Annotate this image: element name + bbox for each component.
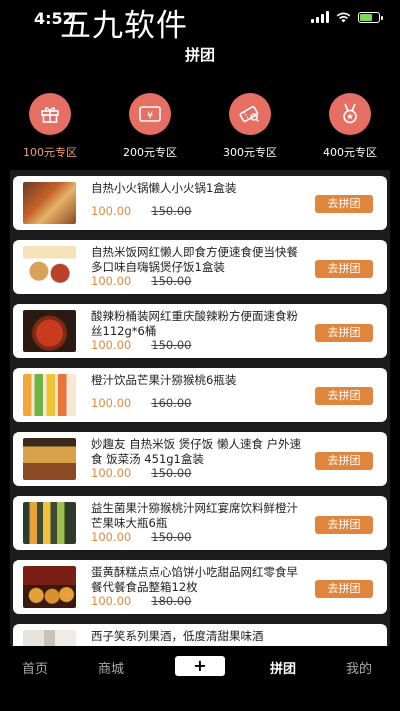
join-group-button[interactable]: 去拼团 (315, 580, 373, 598)
category-label: 400元专区 (323, 146, 377, 159)
product-name: 酸辣粉桶装网红重庆酸辣粉方便面速食粉丝112g*6桶 (91, 309, 298, 338)
product-name: 橙汁饮品芒果汁猕猴桃6瓶装 (91, 373, 237, 387)
group-price: 100.00 (91, 274, 132, 288)
tab-mall[interactable]: 商城 (98, 658, 124, 677)
original-price: 150.00 (151, 466, 192, 480)
category-label: 200元专区 (123, 146, 177, 159)
group-price: 100.00 (91, 466, 132, 480)
battery-icon (358, 11, 383, 23)
category-300[interactable]: 300元专区 (200, 88, 300, 160)
product-card[interactable]: 蛋黄酥糕点点心馅饼小吃甜品网红零食早餐代餐食品整箱12枚 100.00 180.0… (13, 560, 387, 614)
product-name: 自热米饭网红懒人即食方便速食便当快餐多口味自嗨锅煲仔饭1盒装 (91, 245, 298, 274)
product-card[interactable]: 酸辣粉桶装网红重庆酸辣粉方便面速食粉丝112g*6桶 100.00 150.00 … (13, 304, 387, 358)
category-400[interactable]: 400元专区 (300, 88, 400, 160)
product-name: 自热小火锅懒人小火锅1盒装 (91, 181, 237, 195)
product-image (23, 630, 76, 646)
tab-group-buy[interactable]: 拼团 (270, 658, 296, 677)
category-label: 100元专区 (23, 146, 77, 159)
product-image (23, 246, 76, 288)
bottom-tab-bar: 首页 商城 + 拼团 我的 (0, 646, 400, 711)
group-price: 100.00 (91, 204, 132, 218)
yen-icon: ¥ (129, 93, 171, 135)
category-200[interactable]: ¥ 200元专区 (100, 88, 200, 160)
ticket-icon (229, 93, 271, 135)
original-price: 180.00 (151, 594, 192, 608)
product-image (23, 310, 76, 352)
gift-icon (29, 93, 71, 135)
add-button[interactable]: + (175, 656, 225, 676)
product-image (23, 182, 76, 224)
product-card[interactable]: 橙汁饮品芒果汁猕猴桃6瓶装 100.00 160.00 去拼团 (13, 368, 387, 422)
product-name: 蛋黄酥糕点点心馅饼小吃甜品网红零食早餐代餐食品整箱12枚 (91, 565, 298, 594)
group-price: 100.00 (91, 594, 132, 608)
price-row: 100.00 150.00 (91, 338, 192, 352)
tab-home[interactable]: 首页 (22, 658, 48, 677)
medal-icon (329, 93, 371, 135)
price-row: 100.00 150.00 (91, 466, 192, 480)
group-price: 100.00 (91, 396, 132, 410)
price-row: 100.00 160.00 (91, 396, 192, 410)
join-group-button[interactable]: 去拼团 (315, 324, 373, 342)
product-card[interactable]: 自热米饭网红懒人即食方便速食便当快餐多口味自嗨锅煲仔饭1盒装 100.00 150… (13, 240, 387, 294)
group-price: 100.00 (91, 338, 132, 352)
join-group-button[interactable]: 去拼团 (315, 260, 373, 278)
original-price: 150.00 (151, 204, 192, 218)
original-price: 160.00 (151, 396, 192, 410)
page-title: 拼团 (184, 46, 215, 64)
product-image (23, 502, 76, 544)
product-name: 益生菌果汁猕猴桃汁网红宴席饮料鲜橙汁芒果味大瓶6瓶 (91, 501, 298, 530)
watermark: 五九软件 (60, 8, 188, 44)
product-card[interactable]: 自热小火锅懒人小火锅1盒装 100.00 150.00 去拼团 (13, 176, 387, 230)
price-row: 100.00 150.00 (91, 204, 192, 218)
product-name: 妙趣友 自热米饭 煲仔饭 懒人速食 户外速食 饭菜汤 451g1盒装 (91, 437, 302, 466)
product-card[interactable]: 益生菌果汁猕猴桃汁网红宴席饮料鲜橙汁芒果味大瓶6瓶 100.00 150.00 去… (13, 496, 387, 550)
original-price: 150.00 (151, 530, 192, 544)
signal-icon (311, 11, 329, 23)
price-row: 100.00 150.00 (91, 274, 192, 288)
category-tabs: 100元专区 ¥ 200元专区 300元专区 400元专区 (0, 88, 400, 160)
product-card[interactable]: 妙趣友 自热米饭 煲仔饭 懒人速食 户外速食 饭菜汤 451g1盒装 100.0… (13, 432, 387, 486)
price-row: 100.00 180.00 (91, 594, 192, 608)
category-label: 300元专区 (223, 146, 277, 159)
product-card[interactable]: 西子笑系列果酒，低度清甜果味酒 (13, 624, 387, 646)
join-group-button[interactable]: 去拼团 (315, 452, 373, 470)
product-image (23, 566, 76, 608)
status-icons (311, 11, 383, 23)
category-100[interactable]: 100元专区 (0, 88, 100, 160)
svg-text:¥: ¥ (147, 111, 153, 122)
join-group-button[interactable]: 去拼团 (315, 516, 373, 534)
join-group-button[interactable]: 去拼团 (315, 195, 373, 213)
wifi-icon (336, 12, 351, 22)
price-row: 100.00 150.00 (91, 530, 192, 544)
product-image (23, 374, 76, 416)
original-price: 150.00 (151, 338, 192, 352)
product-name: 西子笑系列果酒，低度清甜果味酒 (91, 629, 264, 643)
original-price: 150.00 (151, 274, 192, 288)
group-price: 100.00 (91, 530, 132, 544)
join-group-button[interactable]: 去拼团 (315, 387, 373, 405)
product-image (23, 438, 76, 480)
tab-mine[interactable]: 我的 (346, 658, 372, 677)
product-list[interactable]: 自热小火锅懒人小火锅1盒装 100.00 150.00 去拼团 自热米饭网红懒人即… (10, 170, 390, 646)
